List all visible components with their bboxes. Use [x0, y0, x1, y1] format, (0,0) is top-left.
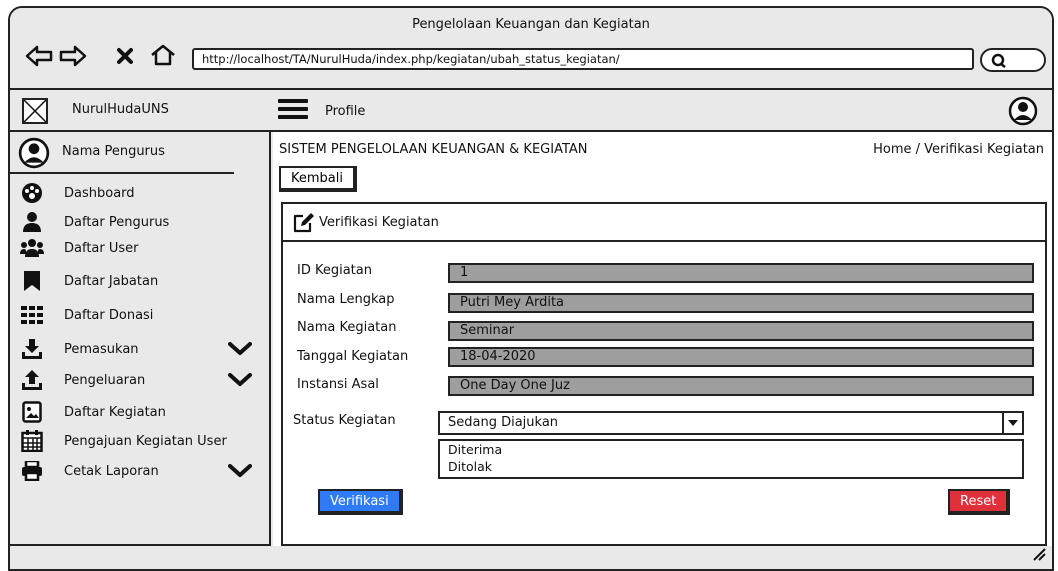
panel-title: Verifikasi Kegiatan	[319, 215, 439, 230]
sidebar-item-label: Daftar Kegiatan	[64, 404, 166, 420]
close-icon[interactable]	[110, 44, 140, 68]
field-nama-kegiatan: Seminar	[448, 321, 1034, 341]
field-label-id-kegiatan: ID Kegiatan	[297, 263, 372, 278]
forward-arrow-icon[interactable]	[58, 44, 88, 68]
sidebar-profile[interactable]: Nama Pengurus	[10, 132, 234, 174]
field-label-nama-kegiatan: Nama Kegiatan	[297, 320, 397, 335]
field-label-nama-lengkap: Nama Lengkap	[297, 292, 395, 307]
user-avatar-icon[interactable]	[1008, 96, 1038, 130]
sidebar-item-dashboard[interactable]: Dashboard	[20, 180, 260, 206]
field-nama-lengkap: Putri Mey Ardita	[448, 293, 1034, 313]
sidebar-item-daftar-pengurus[interactable]: Daftar Pengurus	[20, 209, 260, 235]
system-title: SISTEM PENGELOLAAN KEUANGAN & KEGIATAN	[279, 142, 588, 157]
sidebar: Nama Pengurus Dashboard Daftar Pengurus …	[10, 132, 271, 546]
bookmark-icon	[20, 269, 44, 293]
status-options-list: Diterima Ditolak	[438, 439, 1024, 479]
field-label-instansi-asal: Instansi Asal	[297, 377, 379, 392]
sidebar-item-label: Dashboard	[64, 185, 135, 201]
sidebar-item-daftar-kegiatan[interactable]: Daftar Kegiatan	[20, 399, 260, 425]
dashboard-icon	[20, 181, 44, 205]
field-instansi-asal: One Day One Juz	[448, 376, 1034, 396]
download-icon	[20, 337, 44, 361]
sidebar-item-label: Daftar Donasi	[64, 307, 154, 323]
chevron-down-icon[interactable]	[228, 341, 252, 361]
search-box[interactable]	[980, 48, 1046, 72]
panel-header: Verifikasi Kegiatan	[283, 204, 1045, 242]
status-selected-value: Sedang Diajukan	[448, 415, 559, 430]
header-profile-link[interactable]: Profile	[325, 104, 365, 119]
dropdown-arrow-icon[interactable]	[1002, 413, 1022, 433]
resize-grip-icon[interactable]	[1032, 546, 1046, 565]
field-label-tanggal-kegiatan: Tanggal Kegiatan	[297, 349, 409, 364]
main-content: SISTEM PENGELOLAAN KEUANGAN & KEGIATAN H…	[273, 132, 1052, 546]
sidebar-item-pengeluaran[interactable]: Pengeluaran	[20, 367, 260, 393]
url-bar[interactable]: http://localhost/TA/NurulHuda/index.php/…	[192, 48, 974, 70]
hamburger-menu-icon[interactable]	[278, 99, 308, 123]
breadcrumb[interactable]: Home / Verifikasi Kegiatan	[873, 142, 1044, 157]
profile-avatar-icon	[18, 137, 50, 173]
logo-placeholder-icon	[22, 98, 48, 124]
browser-window: Pengelolaan Keuangan dan Kegiatan http:/…	[8, 6, 1054, 571]
edit-icon	[293, 213, 315, 237]
sidebar-item-cetak-laporan[interactable]: Cetak Laporan	[20, 458, 260, 484]
sidebar-item-label: Daftar Jabatan	[64, 273, 159, 289]
upload-icon	[20, 368, 44, 392]
sidebar-item-label: Daftar User	[64, 240, 139, 256]
sidebar-item-label: Pengajuan Kegiatan User	[64, 433, 227, 449]
status-select[interactable]: Sedang Diajukan	[438, 411, 1024, 435]
sidebar-item-label: Cetak Laporan	[64, 463, 159, 479]
reset-button[interactable]: Reset	[948, 489, 1011, 515]
chevron-down-icon[interactable]	[228, 372, 252, 392]
back-button[interactable]: Kembali	[279, 166, 357, 192]
sidebar-item-pemasukan[interactable]: Pemasukan	[20, 336, 260, 362]
printer-icon	[20, 459, 44, 483]
verify-button[interactable]: Verifikasi	[318, 489, 403, 515]
status-option-ditolak[interactable]: Ditolak	[448, 459, 1022, 475]
status-option-diterima[interactable]: Diterima	[448, 442, 1022, 458]
sidebar-item-pengajuan-kegiatan-user[interactable]: Pengajuan Kegiatan User	[20, 428, 260, 454]
brand-name: NurulHudaUNS	[72, 102, 169, 117]
user-icon	[20, 210, 44, 234]
users-icon	[20, 236, 44, 260]
sidebar-item-label: Pemasukan	[64, 341, 139, 357]
window-title: Pengelolaan Keuangan dan Kegiatan	[412, 17, 650, 32]
sidebar-item-daftar-donasi[interactable]: Daftar Donasi	[20, 302, 260, 328]
sidebar-item-daftar-jabatan[interactable]: Daftar Jabatan	[20, 268, 260, 294]
search-icon	[991, 53, 1006, 68]
app-header: NurulHudaUNS Profile	[10, 90, 1052, 132]
field-tanggal-kegiatan: 18-04-2020	[448, 347, 1034, 367]
status-label: Status Kegiatan	[293, 413, 396, 428]
sidebar-item-label: Daftar Pengurus	[64, 214, 170, 230]
field-id-kegiatan: 1	[448, 263, 1034, 283]
browser-titlebar: Pengelolaan Keuangan dan Kegiatan http:/…	[10, 8, 1052, 90]
home-icon[interactable]	[148, 43, 178, 67]
back-arrow-icon[interactable]	[24, 44, 54, 68]
sidebar-item-daftar-user[interactable]: Daftar User	[20, 235, 260, 261]
image-icon	[20, 400, 44, 424]
grid-icon	[20, 303, 44, 327]
profile-name: Nama Pengurus	[62, 144, 165, 159]
sidebar-item-label: Pengeluaran	[64, 372, 146, 388]
calendar-icon	[20, 429, 44, 453]
chevron-down-icon[interactable]	[228, 463, 252, 483]
